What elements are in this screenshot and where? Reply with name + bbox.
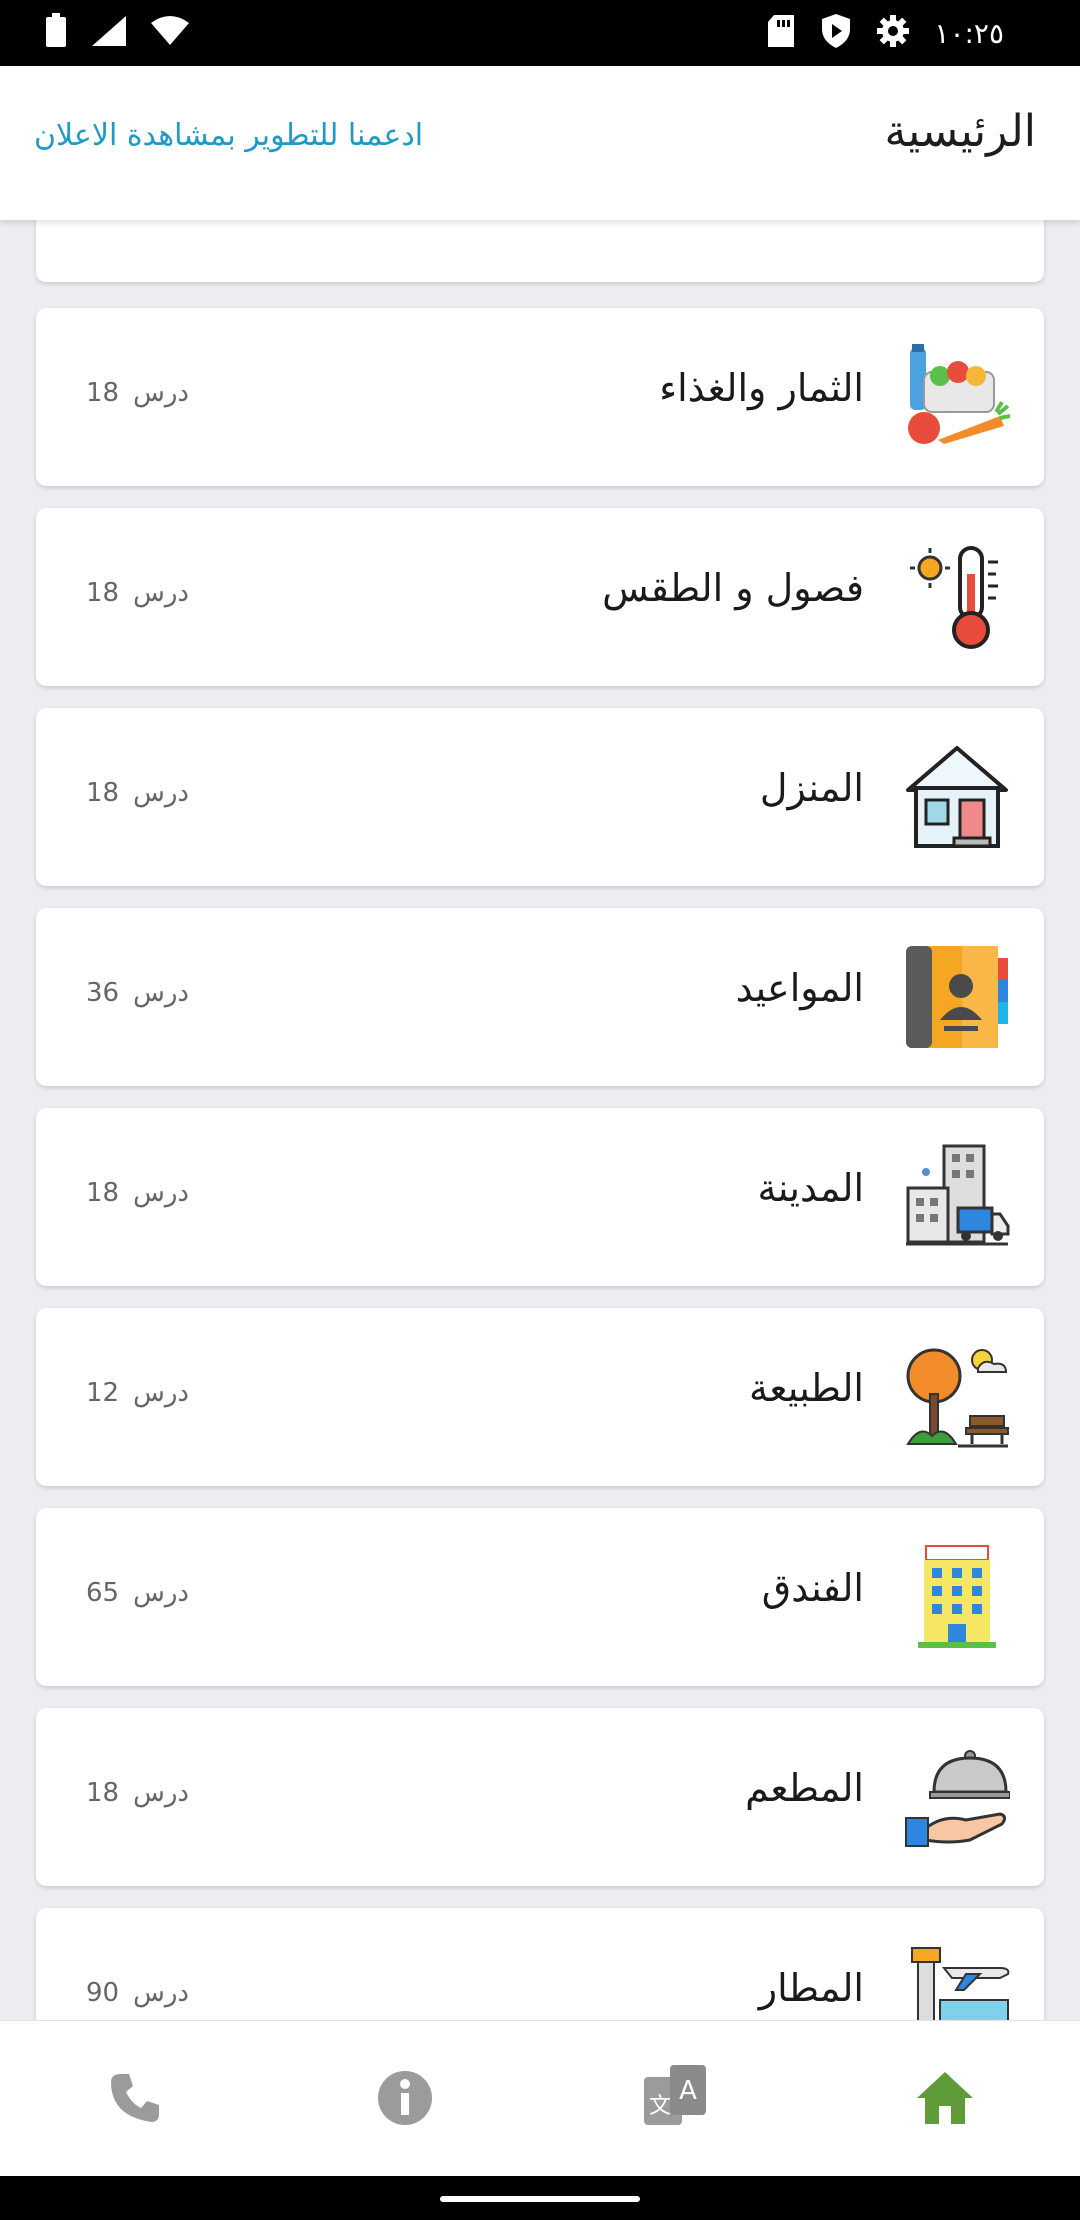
shield-icon	[820, 13, 852, 53]
category-title: المدينة	[757, 1166, 864, 1210]
category-card-weather[interactable]: فصول و الطقس درس18	[36, 508, 1044, 686]
lesson-count: درس18	[86, 1178, 189, 1208]
signal-icon	[90, 14, 128, 52]
gear-icon	[876, 14, 910, 52]
hotel-icon	[904, 1544, 1010, 1650]
category-title: الفندق	[761, 1566, 864, 1610]
phone-icon[interactable]	[100, 2063, 170, 2133]
lesson-count: درس65	[86, 1578, 189, 1608]
lesson-count: درس36	[86, 978, 189, 1008]
status-time: ١٠:٢٥	[934, 16, 1004, 50]
category-title: فصول و الطقس	[602, 566, 864, 610]
category-card-house[interactable]: المنزل درس18	[36, 708, 1044, 886]
lesson-count: درس18	[86, 578, 189, 608]
info-icon[interactable]	[370, 2063, 440, 2133]
category-card-fruits[interactable]: الثمار والغذاء درس18	[36, 308, 1044, 486]
lesson-count: درس18	[86, 378, 189, 408]
category-title: المطعم	[745, 1766, 864, 1810]
category-title: المطار	[758, 1966, 864, 2010]
city-buildings-icon	[904, 1144, 1010, 1250]
battery-icon	[44, 13, 68, 53]
gesture-handle[interactable]	[440, 2196, 640, 2202]
category-card-hotel[interactable]: الفندق درس65	[36, 1508, 1044, 1686]
category-title: المنزل	[759, 766, 864, 810]
lesson-count: درس18	[86, 1778, 189, 1808]
status-bar: ١٠:٢٥	[0, 0, 1080, 66]
category-title: الطبيعة	[749, 1366, 864, 1410]
translate-icon[interactable]: A 文	[640, 2063, 710, 2133]
category-list[interactable]: الثمار والغذاء درس18 فصول و الطقس درس18	[0, 220, 1080, 2020]
sd-card-icon	[766, 14, 796, 52]
support-ad-link[interactable]: ادعمنا للتطوير بمشاهدة الاعلان	[34, 118, 423, 153]
category-card-nature[interactable]: الطبيعة درس12	[36, 1308, 1044, 1486]
lesson-count: درس90	[86, 1978, 189, 2008]
svg-text:A: A	[679, 2076, 697, 2106]
category-card-appointments[interactable]: المواعيد درس36	[36, 908, 1044, 1086]
category-card-airport[interactable]: المطار درس90	[36, 1908, 1044, 2020]
fruits-food-icon	[904, 344, 1011, 450]
category-title: الثمار والغذاء	[659, 366, 864, 410]
thermometer-weather-icon	[904, 544, 1010, 650]
nature-tree-icon	[904, 1344, 1010, 1450]
bottom-navigation: A 文	[0, 2020, 1080, 2176]
partial-circles-icon	[904, 220, 1010, 246]
address-book-icon	[904, 944, 1010, 1050]
wifi-icon	[150, 15, 190, 51]
app-bar: الرئيسية ادعمنا للتطوير بمشاهدة الاعلان	[0, 66, 1080, 220]
category-card-city[interactable]: المدينة درس18	[36, 1108, 1044, 1286]
gesture-bar	[0, 2176, 1080, 2220]
category-card-restaurant[interactable]: المطعم درس18	[36, 1708, 1044, 1886]
category-card[interactable]	[36, 220, 1044, 282]
svg-text:文: 文	[649, 2094, 671, 2119]
restaurant-cloche-icon	[904, 1744, 1011, 1850]
lesson-count: درس18	[86, 778, 189, 808]
lesson-count: درس12	[86, 1378, 189, 1408]
airport-plane-icon	[904, 1944, 1010, 2020]
page-title: الرئيسية	[884, 106, 1036, 157]
category-title: المواعيد	[735, 966, 864, 1010]
house-icon	[904, 744, 1010, 850]
home-icon[interactable]	[910, 2063, 980, 2133]
